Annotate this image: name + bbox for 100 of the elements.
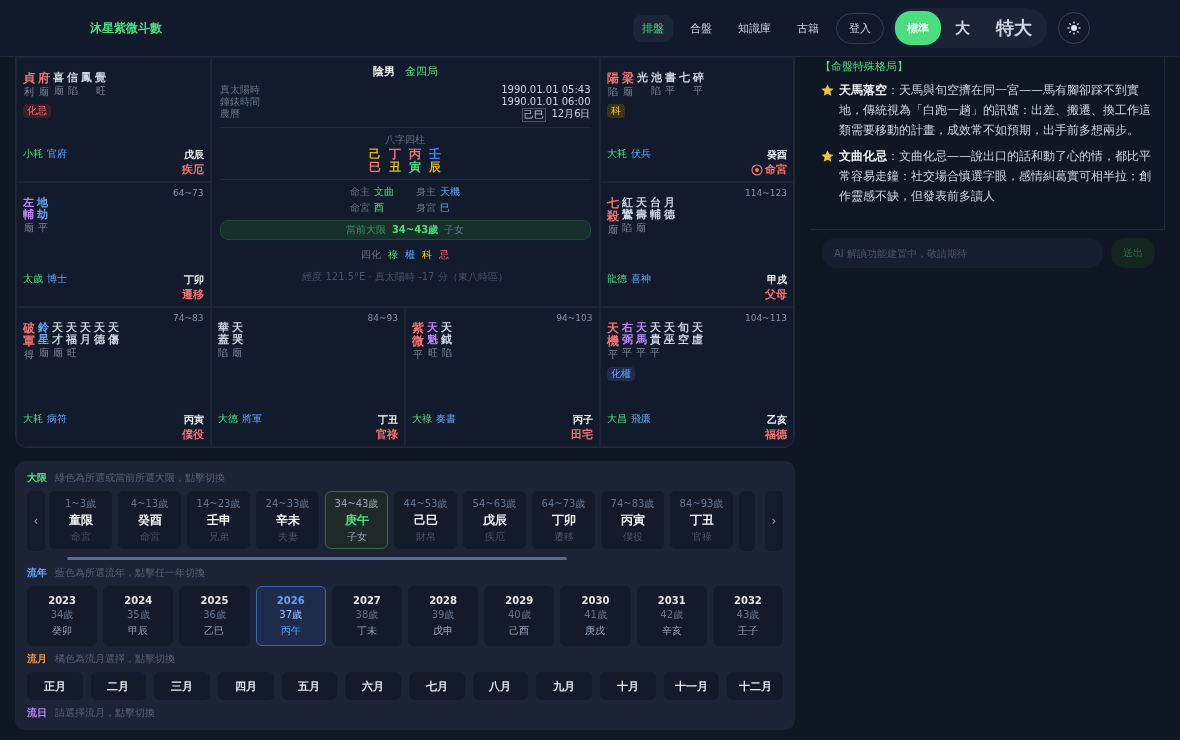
star-name: 破軍 [23,322,35,349]
star-name: 台輔 [649,197,661,222]
current-decade-range: 34~43歲 [391,223,439,237]
star-name: 天傷 [108,322,119,347]
palace-name: 父母 [765,287,787,302]
app-logo[interactable]: 沐星紫微斗數 [90,19,162,37]
nav-tab[interactable]: 排盤 [633,14,673,42]
spirit-label: 伏兵 [630,147,651,161]
month-button[interactable]: 正月 [27,672,83,700]
scrollbar-thumb[interactable] [67,557,568,560]
spirit-label: 病符 [47,412,67,426]
nav-tab[interactable]: 合盤 [681,14,721,42]
palace-cell[interactable]: 74~83 破軍 得 鈴星 廟 天才 廟 天福 旺 天月 天德 天傷 大耗 病符 丙寅 僕役 [16,307,211,447]
palace-cell[interactable]: 114~123 七殺 廟 紅鸞 陷 天壽 廟 台輔 月德 龍德 喜神 甲戌 父母 [599,182,794,307]
decade-card[interactable]: 34~43歲 庚午 子女 [325,491,388,549]
palace-cell[interactable]: 陽 陷 梁 廟 光 池 陷 書 平 七 碎 平 科 大耗 伏兵 癸酉 命宮 [599,57,794,182]
year-card[interactable]: 2027 38歲 丁未 [331,586,402,646]
star-brightness: 平 [413,348,423,363]
earthly-branch: 丑 [389,161,401,174]
palace-cell[interactable]: 94~103 紫微 平 天魁 旺 天鉞 陷 大祿 奏書 丙子 田宅 [405,307,600,447]
spirit-label: 博士 [47,272,67,286]
info-label: 農曆 [219,108,240,121]
spirit-label: 官府 [47,147,67,161]
star-name: 天壽 [635,197,647,222]
star-brightness: 旺 [66,346,77,361]
star-brightness: 平 [37,221,48,236]
star-name: 貞 [23,72,35,86]
year-card[interactable]: 2024 35歲 甲辰 [103,586,174,646]
year-card[interactable]: 2030 41歲 庚戌 [560,586,631,646]
scroll-left-button[interactable]: ‹ [27,491,45,551]
master-label: 命主 [350,185,370,199]
star-name: 天德 [94,322,105,347]
spirit-label: 大德 [217,412,238,426]
star-name: 右弼 [621,322,633,347]
star-name: 天月 [80,322,91,347]
stem-branch: 丙子 [572,413,593,427]
info-value: 12月6日 [551,108,591,121]
star-name: 梁 [621,72,634,86]
star-name: 七 [678,72,690,85]
info-value: 1990.01.01 05:43 [501,84,591,96]
stem-branch: 丁卯 [183,273,204,287]
month-button[interactable]: 七月 [409,672,465,700]
star-brightness: 廟 [622,85,633,100]
month-button[interactable]: 八月 [472,672,529,700]
star-brightness: 陷 [607,85,618,100]
month-button[interactable]: 三月 [154,672,210,700]
star-brightness: 陷 [218,346,228,361]
year-card[interactable]: 2031 42歲 辛亥 [636,586,707,646]
month-button[interactable]: 九月 [536,672,592,700]
star-name: 天魁 [427,322,438,347]
spirit-label: 大耗 [606,147,627,161]
month-button[interactable]: 四月 [218,672,274,700]
star-brightness: 廟 [636,221,646,236]
master-value: 酉 [374,201,384,215]
star-name: 旬空 [677,322,689,347]
star-name: 月德 [663,197,675,222]
month-button[interactable]: 十一月 [663,672,720,700]
star-name: 天哭 [231,322,243,347]
font-size-option[interactable]: 特大 [984,11,1044,45]
stem-branch: 癸酉 [767,148,787,162]
month-button[interactable]: 二月 [90,672,147,700]
age-range: 74~83 [173,313,204,323]
month-button[interactable]: 十二月 [727,672,783,700]
spirit-label: 將軍 [241,412,262,426]
stem-branch: 戊辰 [183,148,204,162]
spirit-label: 大耗 [23,412,43,426]
spirit-label: 喜神 [630,272,651,286]
nav-tab[interactable]: 知識庫 [729,14,780,42]
year-card[interactable]: 2028 39歲 戊申 [408,586,479,646]
info-label: 鐘錶時間 [219,96,260,108]
month-button[interactable]: 十月 [600,672,656,700]
year-card[interactable]: 2032 43歲 壬子 [712,586,783,646]
month-button[interactable]: 六月 [345,672,401,700]
scroll-right-button[interactable]: › [765,491,783,551]
star-brightness: 廟 [232,346,242,361]
month-button[interactable]: 五月 [281,672,338,700]
palace-cell[interactable]: 貞 利 府 廟 喜 廟 信 陷 鳳 覺 旺 化忌 小耗 官府 戊辰 疾厄 [16,57,211,182]
section-label: 流月 [27,652,47,666]
year-card[interactable]: 2029 40歲 己酉 [484,586,555,646]
master-value: 文曲 [374,185,394,199]
palace-name: 命宮 [765,162,787,177]
year-card[interactable]: 2023 34歲 癸卯 [27,586,98,646]
star-icon [820,149,835,164]
palace-name: 福德 [765,427,787,442]
palace-cell[interactable]: 64~73 左輔 廟 地劫 平 太歲 博士 丁卯 遷移 [16,182,211,307]
nav-tab[interactable]: 古籍 [788,14,828,42]
year-card[interactable]: 2025 36歲 乙巳 [179,586,250,646]
star-name: 信 [67,72,78,85]
transform-key: 權 [405,248,415,262]
year-card[interactable]: 2026 37歲 丙午 [255,586,326,646]
age-range: 64~73 [173,188,204,198]
transform-key: 科 [422,248,432,262]
palace-cell[interactable]: 84~93 華蓋 陷 天哭 廟 大德 將軍 丁丑 官祿 [210,307,405,447]
star-brightness: 平 [693,84,703,99]
spirit-label: 大祿 [412,412,432,426]
decade-card[interactable]: 74~83歲 丙寅 僕役 [601,491,664,549]
star-brightness: 旺 [427,346,438,361]
decade-card[interactable]: 64~73歲 丁卯 遷移 [532,491,595,549]
palace-cell[interactable]: 104~113 天機 平 右弼 平 天馬 平 天貴 平 天巫 旬空 天虛 化權 大昌 飛廉 乙亥 福德 [599,307,794,447]
font-size-option[interactable]: 大 [943,11,982,45]
